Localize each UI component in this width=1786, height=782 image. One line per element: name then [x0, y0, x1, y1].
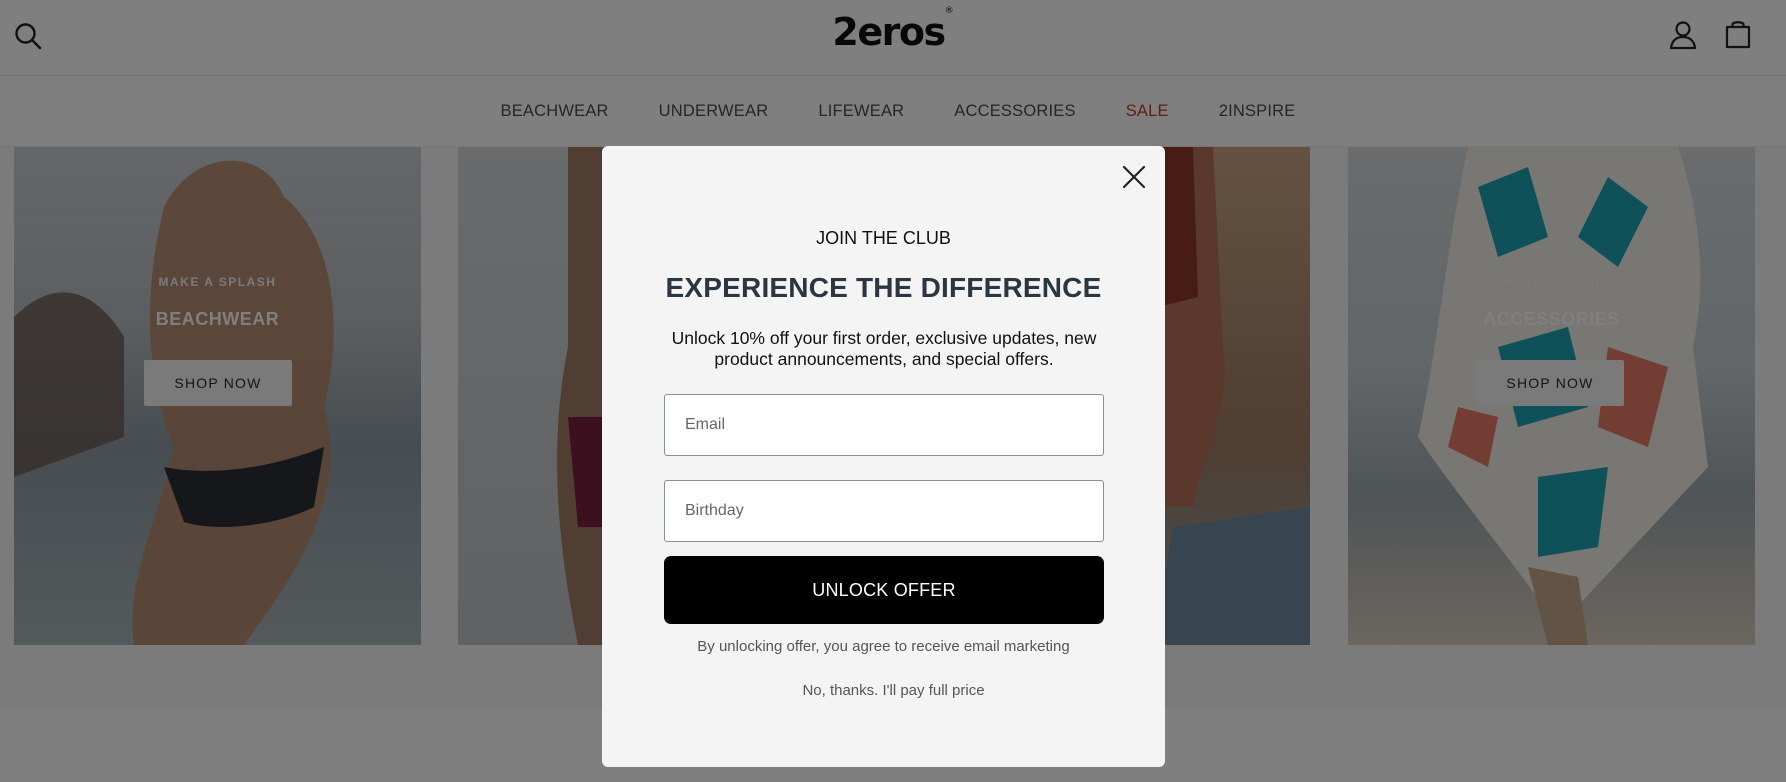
- birthday-field[interactable]: [664, 480, 1104, 542]
- email-field[interactable]: [664, 394, 1104, 456]
- newsletter-modal: JOIN THE CLUB EXPERIENCE THE DIFFERENCE …: [602, 146, 1165, 767]
- unlock-offer-button[interactable]: UNLOCK OFFER: [664, 556, 1104, 624]
- marketing-consent-text: By unlocking offer, you agree to receive…: [697, 638, 1070, 655]
- modal-title: EXPERIENCE THE DIFFERENCE: [665, 272, 1102, 303]
- modal-description: Unlock 10% off your first order, exclusi…: [671, 328, 1097, 369]
- decline-offer-link[interactable]: No, thanks. I'll pay full price: [612, 682, 1175, 699]
- close-icon[interactable]: [1120, 163, 1148, 191]
- modal-eyebrow: JOIN THE CLUB: [816, 228, 951, 248]
